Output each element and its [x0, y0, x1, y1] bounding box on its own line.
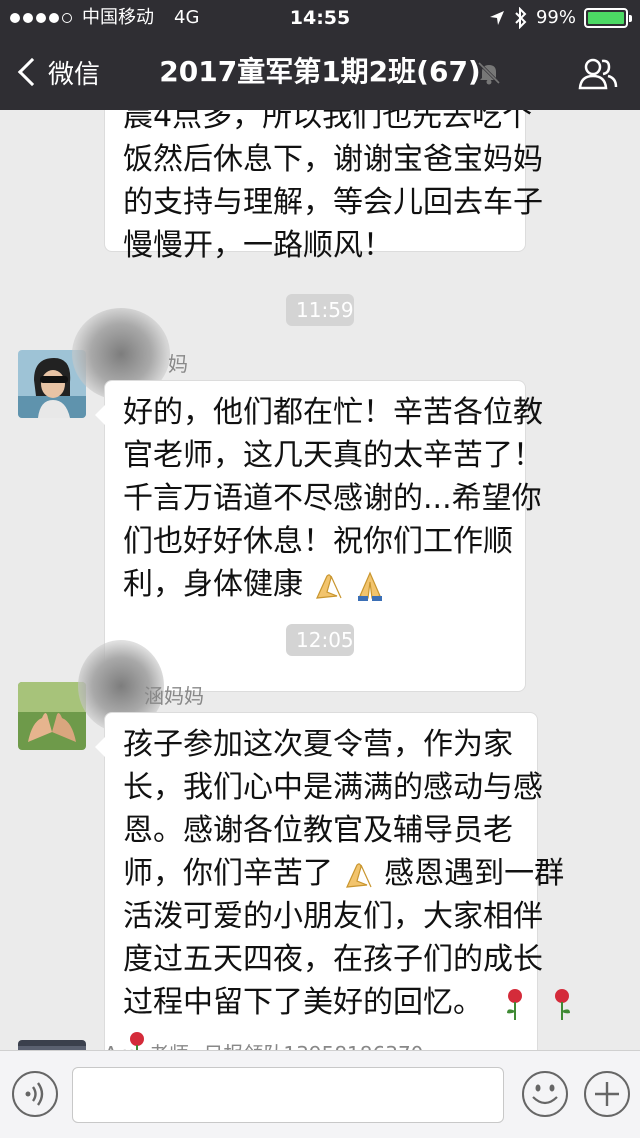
plus-icon: [595, 1082, 619, 1106]
message-line: 度过五天四夜，在孩子们的成长: [123, 942, 543, 977]
status-right: 99%: [488, 6, 632, 30]
message-bubble[interactable]: 孩子参加这次夏令营，作为家 长，我们心中是满满的感动与感 恩。感谢各位教官及辅导…: [95, 712, 571, 1050]
message-input-bar: [0, 1050, 640, 1138]
bluetooth-icon: [515, 7, 527, 29]
avatar-image: [18, 1040, 86, 1050]
message-line: 晨4点多，所以我们也先去吃个: [123, 110, 533, 134]
sender-name: Amy老师--日报领队13958186370: [104, 1038, 423, 1050]
voice-icon: [25, 1082, 44, 1106]
message-line: 千言万语道不尽感谢的...希望你: [123, 481, 542, 516]
chat-title: 2017童军第1期2班(67): [159, 55, 481, 88]
folded-hands-icon: [358, 570, 383, 601]
message-line: 慢慢开，一路顺风！: [123, 228, 393, 263]
more-options-button[interactable]: [584, 1071, 630, 1117]
message-text: 利，身体健康: [123, 567, 303, 602]
folded-hands-icon: [345, 862, 372, 888]
message-line: 孩子参加这次夏令营，作为家: [123, 727, 513, 762]
timestamp: 12:05: [286, 624, 354, 656]
battery-icon: [584, 8, 632, 28]
message-line: 的支持与理解，等会儿回去车子: [123, 185, 543, 220]
emoji-face-icon: [522, 1071, 568, 1117]
battery-percent: 99%: [535, 7, 576, 28]
location-arrow-icon: [489, 11, 504, 25]
timestamp: 11:59: [286, 294, 354, 326]
group-members-icon[interactable]: [578, 56, 618, 90]
message-line: 恩。感谢各位教官及辅导员老: [123, 813, 513, 848]
rose-icon: [555, 988, 571, 1020]
battery-level: [588, 12, 624, 24]
message-line: 活泼可爱的小朋友们，大家相伴: [123, 899, 543, 934]
avatar[interactable]: [18, 1040, 86, 1050]
message-text-input[interactable]: [72, 1067, 504, 1123]
emoji-button[interactable]: [520, 1069, 570, 1119]
avatar[interactable]: [18, 682, 86, 750]
bubble-tail: [95, 405, 105, 425]
folded-hands-icon: [315, 573, 342, 599]
message-line: 好的，他们都在忙！辛苦各位教: [123, 395, 543, 430]
bubble-tail: [95, 737, 105, 757]
message-line: 利，身体健康: [123, 563, 507, 606]
message-line: 长，我们心中是满满的感动与感: [123, 770, 543, 805]
message-text: 过程中留下了美好的回忆。: [123, 985, 483, 1020]
message-line: 过程中留下了美好的回忆。: [123, 981, 571, 1024]
chat-message-list[interactable]: 晨4点多，所以我们也先去吃个 饭然后休息下，谢谢宝爸宝妈妈 的支持与理解，等会儿…: [0, 110, 640, 1050]
mute-bell-icon: [477, 61, 501, 85]
message-line: 饭然后休息下，谢谢宝爸宝妈妈: [123, 142, 543, 177]
message-text: 师，你们辛苦了: [123, 856, 333, 891]
message-line: 们也好好休息！祝你们工作顺: [123, 524, 513, 559]
sender-name: 妈: [168, 352, 188, 376]
message-line: 师，你们辛苦了 感恩遇到一群: [123, 852, 564, 895]
top-navigation-bar: 中国移动 4G 14:55 99% 微信 2017童军第1期2班(67): [0, 0, 640, 110]
rose-icon: [506, 988, 522, 1020]
sender-name: 涵妈妈: [144, 684, 204, 708]
voice-button[interactable]: [12, 1071, 58, 1117]
message-line: 官老师，这几天真的太辛苦了！: [123, 438, 543, 473]
avatar-image: [18, 682, 86, 750]
message-text: 感恩遇到一群: [384, 856, 565, 891]
message-bubble[interactable]: 晨4点多，所以我们也先去吃个 饭然后休息下，谢谢宝爸宝妈妈 的支持与理解，等会儿…: [104, 110, 543, 263]
